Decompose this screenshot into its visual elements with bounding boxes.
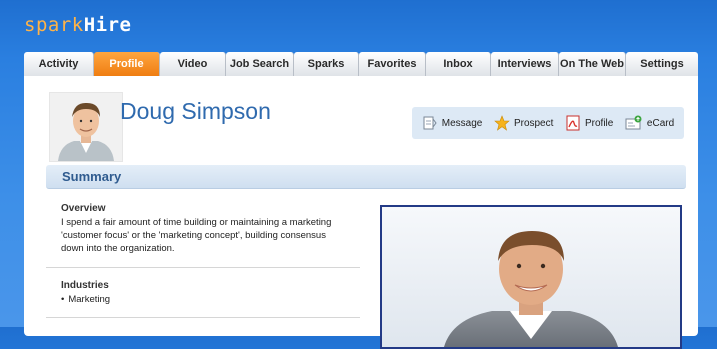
- message-icon: [423, 116, 437, 130]
- tab-sparks[interactable]: Sparks: [294, 52, 359, 76]
- tab-inbox[interactable]: Inbox: [426, 52, 491, 76]
- ecard-icon: [625, 115, 642, 130]
- profile-pdf-label: Profile: [584, 117, 614, 129]
- logo-hire: Hire: [83, 14, 132, 36]
- overview-line: I spend a fair amount of time building o…: [61, 217, 332, 228]
- avatar: [49, 92, 123, 162]
- profile-actions-bar: Message Prospect Profile eCard: [412, 107, 684, 139]
- section-divider: [46, 267, 360, 268]
- industry-item: Marketing: [61, 294, 110, 305]
- overview-heading: Overview: [61, 203, 106, 214]
- profile-photo: [380, 205, 682, 349]
- section-divider: [46, 317, 360, 318]
- prospect-label: Prospect: [513, 117, 554, 129]
- pdf-icon: [566, 115, 580, 131]
- summary-title: Summary: [62, 169, 122, 184]
- tab-profile[interactable]: Profile: [94, 52, 160, 76]
- overview-line: 'customer focus' or the 'marketing conce…: [61, 230, 326, 241]
- profile-pdf-button[interactable]: Profile: [565, 115, 613, 131]
- profile-name: Doug Simpson: [120, 98, 271, 124]
- ecard-label: eCard: [646, 117, 675, 129]
- tab-video[interactable]: Video: [160, 52, 226, 76]
- industries-heading: Industries: [61, 280, 109, 291]
- tab-favorites[interactable]: Favorites: [359, 52, 426, 76]
- logo-spark: spark: [24, 14, 84, 36]
- tab-interviews[interactable]: Interviews: [491, 52, 559, 76]
- overview-line: down into the organization.: [61, 243, 175, 254]
- main-nav-tabs: Activity Profile Video Job Search Sparks…: [24, 52, 698, 76]
- tab-on-the-web[interactable]: On The Web: [559, 52, 626, 76]
- spark-hire-logo[interactable]: sparkHire: [24, 14, 131, 36]
- tab-activity[interactable]: Activity: [24, 52, 94, 76]
- ecard-button[interactable]: eCard: [625, 115, 674, 131]
- message-label: Message: [441, 117, 483, 129]
- star-icon: [494, 115, 510, 131]
- overview-text: I spend a fair amount of time building o…: [61, 216, 351, 255]
- tab-settings[interactable]: Settings: [626, 52, 698, 76]
- message-button[interactable]: Message: [422, 115, 483, 131]
- prospect-button[interactable]: Prospect: [494, 115, 553, 131]
- summary-header: Summary: [46, 165, 686, 189]
- portrait-photo-icon: [382, 207, 680, 347]
- avatar-portrait-icon: [50, 93, 122, 161]
- tab-job-search[interactable]: Job Search: [226, 52, 294, 76]
- profile-panel: Doug Simpson Message Prospect Profile eC…: [24, 76, 698, 349]
